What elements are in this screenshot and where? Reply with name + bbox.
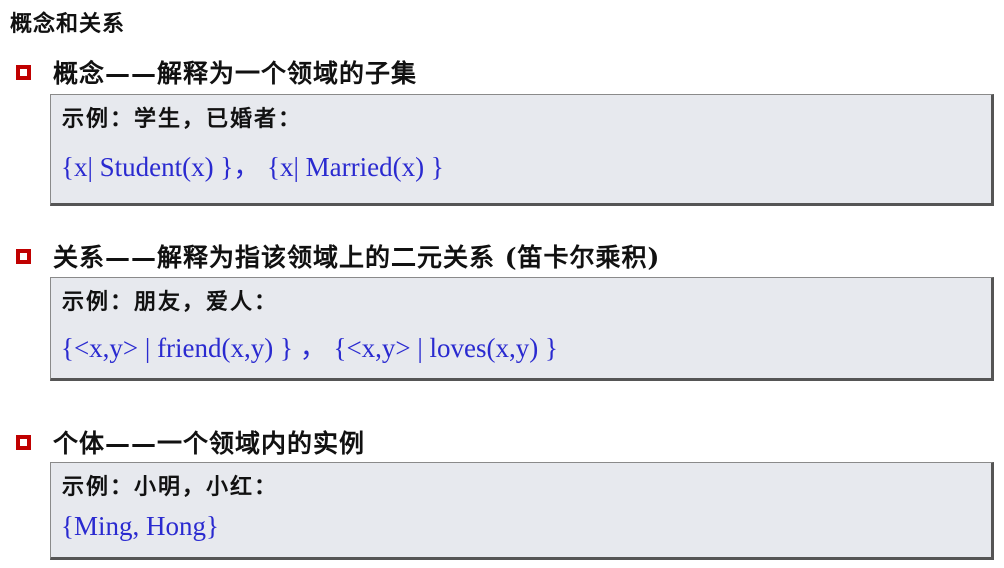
section-relation-title-row: 关系——解释为指该领域上的二元关系 (笛卡尔乘积) [16,238,660,274]
section-concept-title-row: 概念——解释为一个领域的子集 [16,54,417,90]
individual-example-formula: {Ming, Hong} [61,511,219,541]
relation-example-label: 示例：朋友，爱人： [62,289,279,315]
section-concept-title: 概念——解释为一个领域的子集 [53,59,418,88]
page-heading: 概念和关系 [10,11,126,37]
square-bullet-icon [16,64,31,80]
individual-example-box: 示例：小明，小红： {Ming, Hong} [50,462,994,560]
relation-example-formula: {<x,y> | friend(x,y) } ， {<x,y> | loves(… [61,333,558,363]
square-bullet-icon [16,248,31,264]
square-bullet-icon [16,434,31,450]
concept-example-formula: {x| Student(x) }， {x| Married(x) } [61,152,444,182]
concept-example-label: 示例：学生，已婚者： [62,106,303,132]
concept-example-box: 示例：学生，已婚者： {x| Student(x) }， {x| Married… [50,94,994,206]
individual-example-label: 示例：小明，小红： [62,474,279,500]
section-individual-title: 个体——一个领域内的实例 [53,429,366,458]
section-individual-title-row: 个体——一个领域内的实例 [16,424,365,460]
relation-example-box: 示例：朋友，爱人： {<x,y> | friend(x,y) } ， {<x,y… [50,277,994,381]
section-relation-title: 关系——解释为指该领域上的二元关系 (笛卡尔乘积) [53,243,661,272]
